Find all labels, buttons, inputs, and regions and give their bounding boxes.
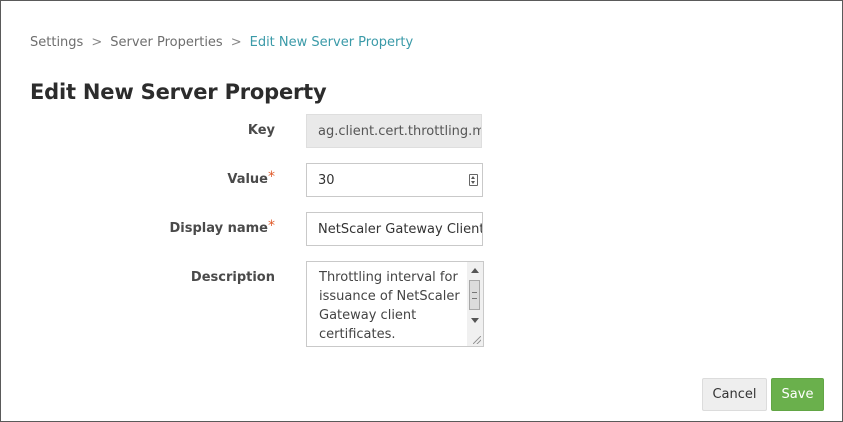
display-name-input-text: NetScaler Gateway Client <box>318 221 483 237</box>
breadcrumb-server-properties[interactable]: Server Properties <box>110 35 222 50</box>
breadcrumb-current: Edit New Server Property <box>249 35 414 50</box>
key-field: ag.client.cert.throttling.mi <box>306 114 482 148</box>
display-name-input[interactable]: NetScaler Gateway Client <box>306 212 483 246</box>
resize-grip-icon[interactable] <box>473 336 481 344</box>
description-text: Throttling interval for issuance of NetS… <box>319 270 460 342</box>
key-label-text: Key <box>247 123 275 138</box>
save-button[interactable]: Save <box>771 378 824 411</box>
dialog-frame: Settings > Server Properties > Edit New … <box>0 0 843 422</box>
spinner-icon[interactable] <box>469 174 478 186</box>
cancel-button[interactable]: Cancel <box>702 378 767 411</box>
display-name-label: Display name* <box>169 218 275 237</box>
breadcrumb-settings[interactable]: Settings <box>30 35 83 50</box>
scroll-thumb[interactable] <box>469 280 480 310</box>
scroll-down-arrow-icon[interactable] <box>471 318 479 323</box>
required-marker: * <box>268 169 275 185</box>
breadcrumb-separator: > <box>91 35 103 50</box>
description-label: Description <box>191 270 275 285</box>
description-scrollbar[interactable] <box>467 262 483 346</box>
display-name-label-text: Display name <box>169 221 268 236</box>
breadcrumb: Settings > Server Properties > Edit New … <box>30 35 413 50</box>
description-textarea[interactable]: Throttling interval for issuance of NetS… <box>306 261 484 347</box>
key-label: Key <box>248 123 275 138</box>
breadcrumb-separator: > <box>230 35 242 50</box>
description-label-text: Description <box>190 270 275 285</box>
scroll-up-arrow-icon[interactable] <box>471 268 479 273</box>
value-label-text: Value <box>227 172 268 187</box>
value-input[interactable]: 30 <box>306 163 483 197</box>
value-input-text: 30 <box>318 172 335 188</box>
key-value: ag.client.cert.throttling.mi <box>318 123 482 139</box>
value-label: Value* <box>227 169 275 188</box>
required-marker: * <box>268 218 275 234</box>
page-title: Edit New Server Property <box>30 80 327 104</box>
